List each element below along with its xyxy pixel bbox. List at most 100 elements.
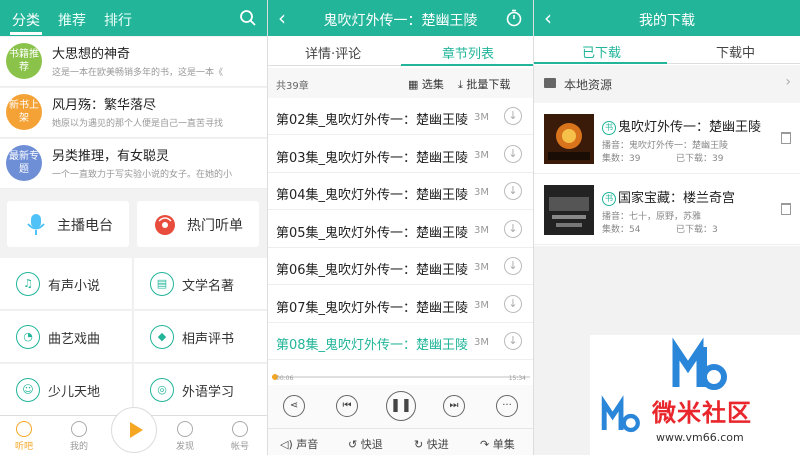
top-bar: ‹ 我的下载 [534,0,800,36]
chapter-row[interactable]: 第02集_鬼吹灯外传一：楚幽王陵 3M ↓ [268,98,533,135]
download-icon[interactable]: ↓ [504,294,522,313]
chapter-row[interactable]: 第04集_鬼吹灯外传一：楚幽王陵 3M ↓ [268,173,533,210]
chapter-row[interactable]: 第05集_鬼吹灯外传一：楚幽王陵 3M ↓ [268,211,533,248]
download-icon[interactable]: ↓ [504,332,522,350]
hot-list-label: 热门听单 [187,218,243,234]
chapter-title: 第06集_鬼吹灯外传一：楚幽王陵 [276,263,469,278]
previous-icon[interactable]: ⏮ [336,395,358,417]
chapter-size: 3M [474,224,489,236]
loop-icon: ↷ [480,438,493,451]
nav-discover[interactable]: 发现 [165,421,205,452]
chapter-title: 第08集_鬼吹灯外传一：楚幽王陵 [276,338,469,353]
watermark: 微米社区 www.vm66.com [590,335,800,455]
tab-category[interactable]: 分类 [10,10,42,35]
category-label: 有声小说 [48,279,101,294]
download-item[interactable]: 书国家宝藏：楼兰奇宫 播音：七十，原野，苏雅 集数：54 已下载：3 [534,175,800,245]
top-bar: 分类 推荐 排行 [0,0,267,36]
next-icon[interactable]: ⏭ [443,395,465,417]
chapter-row[interactable]: 第08集_鬼吹灯外传一：楚幽王陵 3M ↓ [268,323,533,360]
batch-label: 批量下载 [466,78,511,91]
nav-mine[interactable]: 我的 [59,421,99,452]
fan-icon: ◆ [150,325,174,349]
compass-icon [177,421,193,437]
recommend-item[interactable]: 新书上架 风月殇：繁华落尽 她原以为遇见的那个人便是自己一直苦寻找 [0,88,267,138]
nav-label: 帐号 [230,442,249,452]
rewind-button[interactable]: ↺ 快退 [348,436,383,452]
batch-download-button[interactable]: ⤓ 批量下载 [458,76,510,92]
single-label: 单集 [492,438,515,451]
tab-downloading[interactable]: 下载中 [716,42,755,61]
anchor-radio-button[interactable]: 主播电台 [7,201,129,247]
chapter-row[interactable]: 第06集_鬼吹灯外传一：楚幽王陵 3M ↓ [268,248,533,285]
chevron-right-icon: › [785,74,791,90]
category-label: 曲艺戏曲 [48,332,101,347]
download-icon[interactable]: ↓ [504,219,522,238]
download-icon[interactable]: ↓ [504,144,522,163]
download-episodes: 集数：39 [602,154,641,164]
download-tabs: 已下载 下载中 [534,36,800,64]
nav-listen[interactable]: 听吧 [4,421,44,452]
recommend-desc: 一个一直致力于写实验小说的女子。在她的小 [52,170,233,180]
timer-icon[interactable] [505,9,523,27]
download-icon[interactable]: ↓ [504,107,522,125]
opera-icon: ◔ [16,325,40,349]
watermark-logo-icon [672,337,727,390]
chapter-row[interactable]: 第07集_鬼吹灯外传一：楚幽王陵 3M ↓ [268,286,533,323]
download-episodes: 集数：54 [602,225,641,235]
download-icon[interactable]: ↓ [504,182,522,200]
kid-face-icon: ☺ [16,378,40,402]
category-crosstalk[interactable]: ◆ 相声评书 [134,311,267,363]
player-divider [268,428,533,429]
chapter-title: 第05集_鬼吹灯外传一：楚幽王陵 [276,225,469,241]
book-icon: ▤ [150,272,174,296]
volume-button[interactable]: ◁) 声音 [280,436,318,452]
category-literature[interactable]: ▤ 文学名著 [134,258,267,310]
chapter-title: 第02集_鬼吹灯外传一：楚幽王陵 [276,113,469,128]
microphone-icon [25,213,47,237]
play-button[interactable] [111,407,157,453]
category-opera[interactable]: ◔ 曲艺戏曲 [0,311,133,363]
download-host: 播音：七十，原野，苏雅 [602,212,702,222]
list-icon: ▦ [408,78,422,91]
recommend-item[interactable]: 书籍推荐 大思想的神奇 这是一本在欧美畅销多年的书，这是一本《 [0,37,267,87]
recommend-title: 风月殇：繁华落尽 [52,98,157,113]
tab-downloaded[interactable]: 已下载 [582,42,621,61]
delete-icon[interactable] [781,203,791,215]
share-icon[interactable]: ⋖ [283,395,305,417]
select-episodes-button[interactable]: ▦ 选集 [408,76,444,92]
single-episode-button[interactable]: ↷ 单集 [480,436,515,452]
chapter-size: 3M [474,337,489,348]
chapter-size: 3M [474,262,489,273]
delete-icon[interactable] [781,132,791,144]
tab-ranking[interactable]: 排行 [104,10,132,30]
download-title: 国家宝藏：楼兰奇宫 [618,191,736,206]
category-audio-novel[interactable]: ♫ 有声小说 [0,258,133,310]
speaker-icon: ◁) [280,438,297,451]
hot-list-button[interactable]: 热门听单 [137,201,259,247]
tab-recommend[interactable]: 推荐 [58,10,86,30]
download-item[interactable]: 书鬼吹灯外传一：楚幽王陵 播音：鬼吹灯外传一：楚幽王陵 集数：39 已下载：39 [534,104,800,174]
headphones-icon: ♫ [16,272,40,296]
time-total: 15:34 [508,375,526,382]
book-cover-image [544,185,594,235]
tab-details[interactable]: 详情·评论 [305,43,361,62]
detail-tabs: 详情·评论 章节列表 [268,36,533,66]
local-resources-row[interactable]: 本地资源 › [534,65,800,103]
page-title: 鬼吹灯外传一：楚幽王陵 [323,13,478,29]
pause-icon[interactable]: ❚❚ [386,391,416,421]
tab-chapters[interactable]: 章节列表 [442,43,494,62]
download-count: 已下载：3 [676,225,718,235]
nav-account[interactable]: 帐号 [220,421,260,452]
search-icon[interactable] [239,9,257,27]
book-detail-panel: ‹ 鬼吹灯外传一：楚幽王陵 详情·评论 章节列表 共39章 ▦ 选集 ⤓ 批量下… [267,0,533,455]
badge-new: 新书上架 [6,94,42,130]
nav-label: 发现 [175,442,194,452]
rewind-label: 快退 [360,438,383,451]
recommend-desc: 她原以为遇见的那个人便是自己一直苦寻找 [52,119,224,129]
forward-button[interactable]: ↻ 快进 [414,436,449,452]
chapter-row[interactable]: 第03集_鬼吹灯外传一：楚幽王陵 3M ↓ [268,136,533,173]
watermark-brand: 微米社区 [652,399,752,427]
download-icon[interactable]: ↓ [504,257,522,275]
recommend-item[interactable]: 最新专题 另类推理，有女聪灵 一个一直致力于写实验小说的女子。在她的小 [0,139,267,189]
more-icon[interactable]: ··· [496,395,518,417]
